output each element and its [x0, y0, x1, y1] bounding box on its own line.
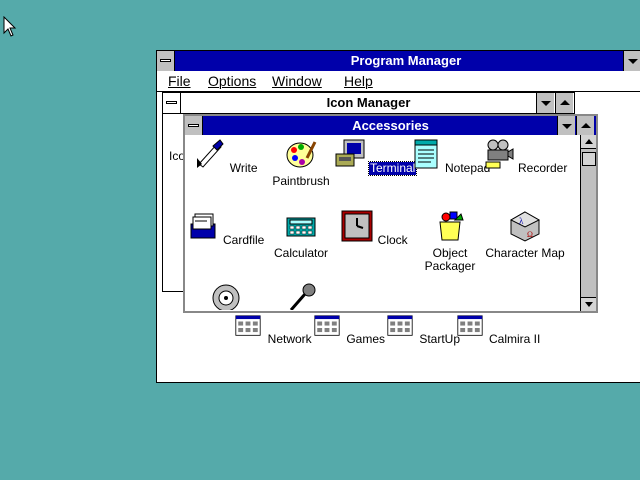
scroll-up-button[interactable] — [581, 135, 596, 149]
minimize-button[interactable] — [536, 93, 554, 113]
media-player-icon — [212, 284, 240, 310]
scroll-down-button[interactable] — [581, 297, 596, 311]
maximize-button[interactable] — [555, 93, 573, 113]
menu-window[interactable]: Window — [272, 71, 322, 91]
system-menu-button[interactable] — [185, 116, 203, 135]
write-icon — [197, 139, 225, 168]
terminal-icon — [335, 139, 365, 167]
menu-options[interactable]: Options — [208, 71, 256, 91]
svg-text:λ: λ — [519, 216, 524, 226]
accessories-title: Accessories — [352, 118, 429, 133]
character-map-icon: λΩ — [509, 211, 541, 242]
accessories-title-bar[interactable]: Accessories — [185, 116, 596, 135]
character-map-program-icon[interactable]: λΩ Character Map — [480, 210, 570, 260]
icon-manager-title-bar[interactable]: Icon Manager — [163, 93, 574, 114]
mouse-cursor-icon — [3, 16, 17, 37]
maximize-button[interactable] — [576, 116, 594, 135]
minimize-button[interactable] — [557, 116, 575, 135]
clock-icon — [341, 210, 373, 242]
calmira-ii-group-icon[interactable]: Calmira II — [453, 315, 543, 346]
program-group-icon — [235, 315, 261, 336]
recorder-program-icon[interactable]: Recorder — [480, 138, 570, 175]
icon-manager-title: Icon Manager — [326, 95, 411, 110]
notepad-icon — [414, 139, 438, 169]
vertical-scrollbar[interactable] — [580, 135, 596, 311]
sound-recorder-program-icon[interactable] — [256, 282, 346, 310]
program-group-icon — [457, 315, 483, 336]
calculator-icon — [286, 217, 316, 237]
scroll-thumb[interactable] — [582, 152, 596, 166]
cardfile-icon — [190, 213, 216, 239]
object-packager-icon — [439, 211, 464, 241]
system-menu-button[interactable] — [157, 51, 175, 71]
minimize-button[interactable] — [623, 51, 640, 71]
program-manager-title: Program Manager — [350, 53, 462, 68]
recorder-icon — [485, 139, 514, 169]
paintbrush-icon — [286, 141, 317, 168]
system-menu-button[interactable] — [163, 93, 181, 113]
program-manager-title-bar[interactable]: Program Manager — [157, 51, 640, 71]
sound-recorder-icon — [289, 283, 316, 310]
menu-bar: File Options Window Help — [157, 71, 640, 92]
menu-help[interactable]: Help — [344, 71, 373, 91]
program-group-icon — [387, 315, 413, 336]
menu-file[interactable]: File — [168, 71, 191, 91]
svg-text:Ω: Ω — [527, 230, 533, 239]
program-group-icon — [314, 315, 340, 336]
